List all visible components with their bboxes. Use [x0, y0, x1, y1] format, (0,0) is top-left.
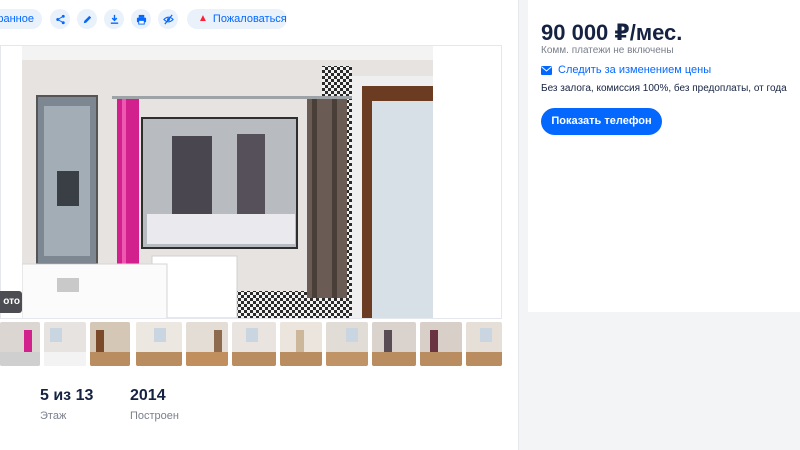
- report-button[interactable]: ▲ Пожаловаться: [187, 9, 287, 29]
- thumbnail[interactable]: [326, 322, 368, 366]
- thumbnail[interactable]: [232, 322, 276, 366]
- print-icon: [136, 14, 146, 25]
- thumbnail[interactable]: [136, 322, 182, 366]
- floor-value: 5 из 13: [40, 387, 94, 404]
- download-button[interactable]: [104, 9, 124, 29]
- main-photo[interactable]: [22, 46, 433, 318]
- favorite-label: ранное: [0, 13, 34, 25]
- hide-icon: [162, 14, 174, 24]
- built-year-value: 2014: [130, 387, 166, 404]
- rental-terms: Без залога, комиссия 100%, без предоплат…: [541, 83, 787, 94]
- built-year-fact: 2014 Построен: [130, 387, 210, 422]
- photo-count-badge[interactable]: ото: [0, 291, 22, 313]
- edit-button[interactable]: [77, 9, 97, 29]
- offer-sidebar: 90 000 ₽/мес. Комм. платежи не включены …: [528, 0, 800, 312]
- thumbnail[interactable]: [420, 322, 462, 366]
- bathroom-photo: [22, 46, 433, 318]
- envelope-icon: [541, 65, 552, 75]
- report-label: Пожаловаться: [212, 13, 287, 25]
- share-icon: [55, 14, 65, 24]
- print-button[interactable]: [131, 9, 151, 29]
- edit-icon: [83, 15, 91, 23]
- share-button[interactable]: [50, 9, 70, 29]
- utilities-note: Комм. платежи не включены: [541, 45, 674, 56]
- thumbnail[interactable]: [372, 322, 416, 366]
- thumbnail[interactable]: [280, 322, 322, 366]
- follow-price-link[interactable]: Следить за изменением цены: [541, 64, 711, 76]
- built-year-label: Построен: [130, 410, 179, 422]
- favorite-button[interactable]: ранное: [0, 9, 42, 29]
- column-divider: [518, 0, 519, 450]
- warning-icon: ▲: [198, 13, 208, 24]
- hide-button[interactable]: [158, 9, 178, 29]
- show-phone-button[interactable]: Показать телефон: [541, 108, 662, 135]
- follow-price-label: Следить за изменением цены: [558, 64, 712, 76]
- photo-count-label: ото: [3, 296, 20, 307]
- price: 90 000 ₽/мес.: [541, 20, 683, 45]
- thumbnail[interactable]: [186, 322, 228, 366]
- thumbnail[interactable]: [0, 322, 40, 366]
- floor-fact: 5 из 13 Этаж: [40, 387, 120, 422]
- floor-label: Этаж: [40, 410, 67, 422]
- thumbnail[interactable]: [90, 322, 130, 366]
- thumbnail[interactable]: [466, 322, 502, 366]
- download-icon: [110, 14, 118, 24]
- listing-main-column: ранное ▲ Пожаловаться ото 5 из 13 Этаж 2…: [0, 0, 518, 450]
- thumbnail[interactable]: [44, 322, 86, 366]
- photo-gallery[interactable]: [0, 45, 502, 319]
